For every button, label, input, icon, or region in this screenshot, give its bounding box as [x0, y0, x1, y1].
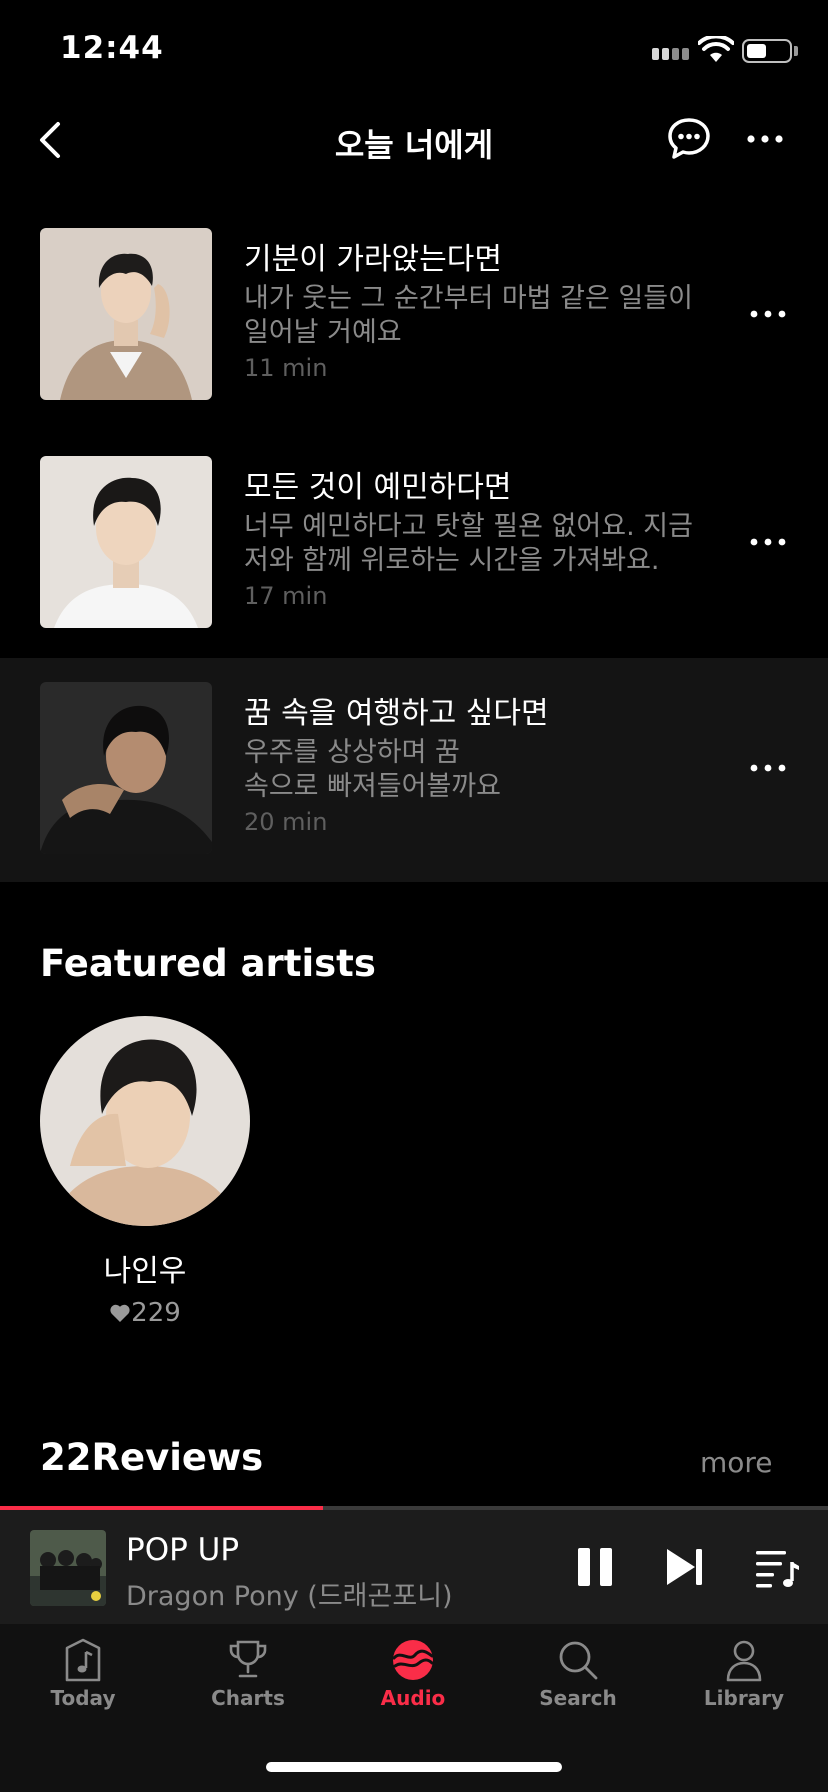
pause-icon[interactable] — [568, 1540, 622, 1594]
artist-name: 나인우 — [103, 1254, 187, 1289]
now-playing-artist: Dragon Pony (드래곤포니) — [126, 1581, 453, 1612]
queue-icon[interactable] — [750, 1540, 804, 1594]
episode-description: 우주를 상상하며 꿈 속으로 빠져들어볼까요 — [244, 737, 501, 802]
episode-more-icon[interactable] — [746, 294, 790, 334]
status-time: 12:44 — [60, 30, 164, 66]
artist-likes: 229 — [40, 1298, 250, 1328]
battery-icon — [742, 39, 792, 63]
episode-row[interactable]: 기분이 가라앉는다면 내가 웃는 그 순간부터 마법 같은 일들이 일어날 거예… — [0, 204, 828, 428]
featured-artists-heading: Featured artists — [40, 942, 376, 985]
tab-label: Charts — [211, 1686, 285, 1710]
episode-duration: 17 min — [244, 582, 328, 610]
tab-charts[interactable]: Charts — [168, 1638, 328, 1728]
episode-duration: 20 min — [244, 808, 328, 836]
tab-label: Today — [50, 1686, 116, 1710]
comment-icon[interactable] — [664, 114, 714, 164]
episode-more-icon[interactable] — [746, 748, 790, 788]
artist-likes-count: 229 — [131, 1298, 181, 1328]
episode-row-active[interactable]: 꿈 속을 여행하고 싶다면 우주를 상상하며 꿈 속으로 빠져들어볼까요 20 … — [0, 658, 828, 882]
status-bar: 12:44 — [0, 0, 828, 100]
audio-icon — [392, 1640, 434, 1680]
mini-player[interactable]: POP UP Dragon Pony (드래곤포니) — [0, 1510, 828, 1624]
tab-label: Library — [703, 1686, 785, 1710]
episode-description: 너무 예민하다고 탓할 필욘 없어요. 지금 저와 함께 위로하는 시간을 가져… — [244, 511, 693, 576]
battery-tip — [794, 46, 798, 56]
now-playing-title: POP UP — [126, 1532, 240, 1568]
episode-duration: 11 min — [244, 354, 328, 382]
tab-search[interactable]: Search — [498, 1638, 658, 1728]
episode-thumbnail — [40, 228, 212, 400]
cellular-signal-icon — [652, 46, 690, 60]
next-track-icon[interactable] — [658, 1540, 712, 1594]
episode-thumbnail — [40, 456, 212, 628]
search-icon — [559, 1641, 598, 1680]
now-playing-artwork — [30, 1530, 106, 1606]
more-options-icon[interactable] — [740, 114, 790, 164]
person-icon — [726, 1640, 762, 1682]
tab-audio[interactable]: Audio — [333, 1638, 493, 1728]
episode-title: 꿈 속을 여행하고 싶다면 — [244, 696, 549, 731]
episode-more-icon[interactable] — [746, 522, 790, 562]
episode-title: 모든 것이 예민하다면 — [244, 470, 512, 505]
trophy-icon — [229, 1640, 267, 1678]
episode-description: 내가 웃는 그 순간부터 마법 같은 일들이 일어날 거예요 — [244, 283, 693, 348]
episode-thumbnail — [40, 682, 212, 854]
tab-label: Search — [539, 1686, 617, 1710]
reviews-more-link[interactable]: more — [700, 1446, 773, 1479]
tab-library[interactable]: Library — [664, 1638, 824, 1728]
home-indicator — [266, 1762, 562, 1772]
heart-icon — [110, 1304, 130, 1322]
artist-card[interactable]: 나인우 229 — [40, 1016, 250, 1328]
episode-title: 기분이 가라앉는다면 — [244, 242, 502, 277]
music-note-icon — [65, 1638, 101, 1682]
tab-today[interactable]: Today — [3, 1638, 163, 1728]
reviews-heading: 22Reviews — [40, 1436, 264, 1479]
episode-row[interactable]: 모든 것이 예민하다면 너무 예민하다고 탓할 필욘 없어요. 지금 저와 함께… — [0, 432, 828, 656]
tab-label: Audio — [380, 1686, 446, 1710]
artist-avatar[interactable] — [40, 1016, 250, 1226]
wifi-icon — [698, 36, 734, 62]
nav-header: 오늘 너에게 — [0, 100, 828, 180]
